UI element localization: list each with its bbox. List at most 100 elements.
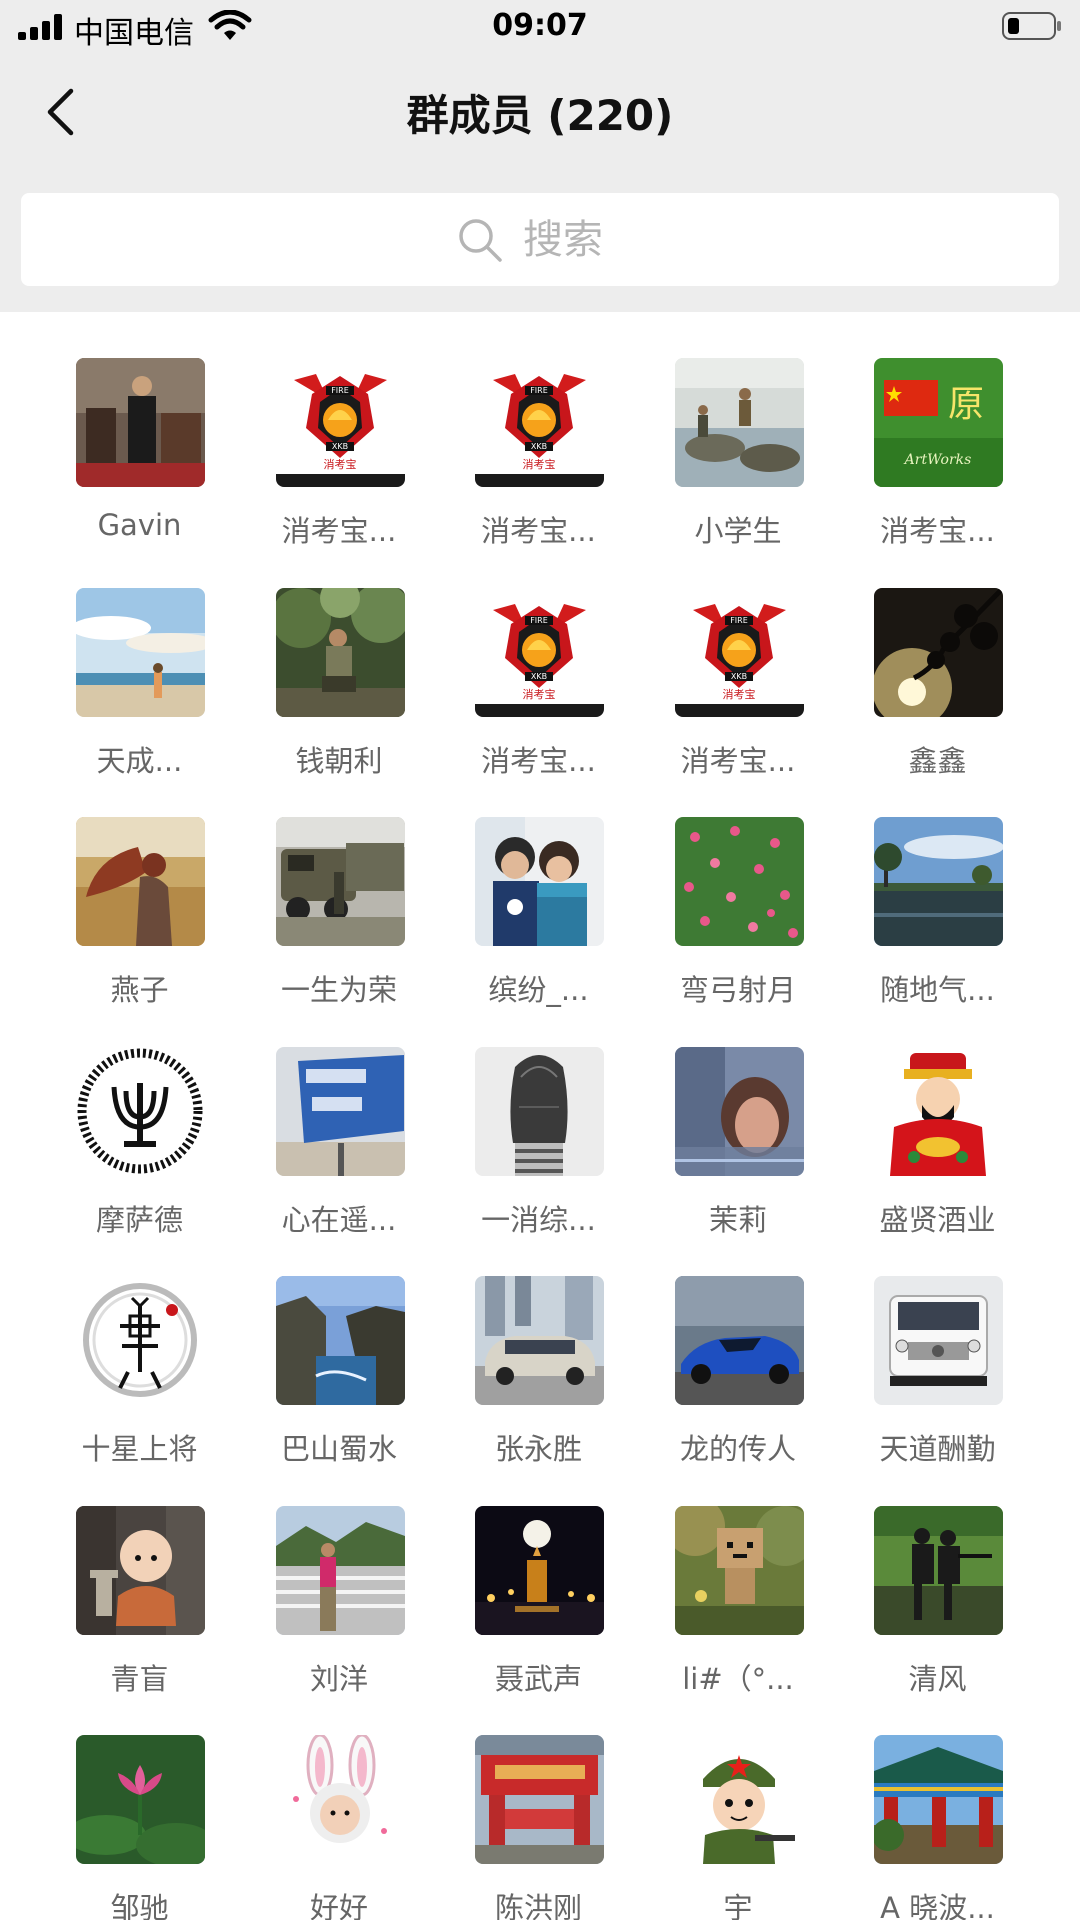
svg-text:消考宝: 消考宝	[523, 687, 556, 701]
member-name: 邹驰	[110, 1891, 169, 1920]
member-avatar[interactable]	[475, 1735, 604, 1864]
member-item[interactable]: 缤纷_...	[439, 817, 638, 1017]
member-avatar[interactable]	[674, 1046, 804, 1176]
member-item[interactable]: FIRE XKB 消考宝消考宝...	[439, 358, 638, 558]
member-avatar[interactable]	[874, 817, 1003, 946]
member-item[interactable]: 清风	[838, 1505, 1037, 1706]
top-region: 中国电信 09:07 群成员 (220)	[0, 0, 1080, 312]
member-name: 一生为荣	[280, 973, 397, 1007]
member-name: Gavin	[97, 508, 182, 542]
member-avatar[interactable]	[275, 1735, 405, 1864]
member-avatar[interactable]	[874, 1505, 1003, 1635]
member-item[interactable]: 燕子	[40, 817, 239, 1017]
member-name: 清风	[908, 1661, 967, 1696]
member-avatar[interactable]	[76, 1046, 205, 1176]
member-avatar[interactable]	[674, 817, 804, 946]
member-item[interactable]: 心在遥...	[240, 1046, 439, 1247]
member-name: li#（°...	[682, 1661, 794, 1696]
member-avatar[interactable]	[275, 1046, 405, 1176]
svg-text:消考宝: 消考宝	[722, 687, 755, 701]
member-item[interactable]: 鑫鑫	[838, 587, 1037, 788]
member-item[interactable]: 随地气...	[838, 817, 1037, 1017]
member-avatar[interactable]	[275, 587, 405, 717]
member-avatar[interactable]	[674, 1505, 804, 1635]
member-avatar[interactable]: FIRE XKB 消考宝	[275, 358, 405, 487]
member-name: 盛贤酒业	[879, 1202, 996, 1237]
member-item[interactable]: 宇	[639, 1735, 838, 1920]
member-item[interactable]: 天成...	[40, 587, 239, 788]
member-avatar[interactable]	[874, 1276, 1003, 1405]
member-avatar[interactable]	[76, 817, 205, 946]
member-item[interactable]: 邹驰	[40, 1735, 239, 1920]
svg-text:XKB: XKB	[531, 672, 547, 681]
member-avatar[interactable]	[76, 1276, 205, 1405]
member-name: 小学生	[694, 514, 782, 548]
member-avatar[interactable]: FIRE XKB 消考宝	[475, 358, 604, 487]
member-item[interactable]: 聂武声	[439, 1505, 638, 1706]
member-avatar[interactable]: FIRE XKB 消考宝	[475, 587, 604, 717]
member-item[interactable]: 原 ArtWorks 消考宝...	[838, 358, 1037, 558]
member-item[interactable]: FIRE XKB 消考宝消考宝...	[639, 587, 838, 788]
member-avatar[interactable]	[874, 587, 1003, 717]
member-avatar[interactable]	[674, 1276, 804, 1405]
svg-text:FIRE: FIRE	[730, 616, 748, 625]
member-avatar[interactable]	[475, 817, 604, 946]
member-name: 天道酬勤	[879, 1432, 996, 1466]
member-avatar[interactable]	[674, 1735, 804, 1864]
svg-text:XKB: XKB	[531, 442, 547, 451]
member-item[interactable]: 陈洪刚	[439, 1735, 638, 1920]
member-item[interactable]: 青盲	[40, 1505, 239, 1706]
member-avatar[interactable]	[475, 1276, 604, 1405]
svg-text:消考宝: 消考宝	[323, 457, 356, 471]
member-item[interactable]: 刘洋	[240, 1505, 439, 1706]
member-avatar[interactable]	[275, 817, 405, 946]
member-item[interactable]: 张永胜	[439, 1276, 638, 1476]
member-avatar[interactable]	[76, 358, 205, 487]
member-item[interactable]: li#（°...	[639, 1505, 838, 1706]
member-name: 弯弓射月	[679, 973, 796, 1007]
svg-text:FIRE: FIRE	[530, 616, 548, 625]
member-item[interactable]: 小学生	[639, 358, 838, 558]
member-avatar[interactable]	[76, 1505, 205, 1635]
member-name: 天成...	[96, 743, 183, 778]
member-item[interactable]: 钱朝利	[240, 587, 439, 788]
member-item[interactable]: FIRE XKB 消考宝 消考宝...	[240, 358, 439, 558]
page-title: 群成员 (220)	[406, 91, 674, 140]
member-name: 摩萨德	[95, 1202, 183, 1237]
member-avatar[interactable]	[475, 1505, 604, 1635]
member-item[interactable]: 十星上将	[40, 1276, 239, 1476]
svg-text:XKB: XKB	[331, 442, 347, 451]
member-name: 消考宝...	[481, 514, 596, 548]
member-item[interactable]: 一生为荣	[240, 817, 439, 1017]
search-icon	[459, 218, 502, 262]
clock: 09:07	[492, 8, 588, 43]
member-avatar[interactable]	[275, 1276, 405, 1405]
member-item[interactable]: 一消综...	[439, 1046, 638, 1247]
member-item[interactable]: 盛贤酒业	[838, 1046, 1037, 1247]
member-item[interactable]: 好好	[240, 1735, 439, 1920]
member-avatar[interactable]	[76, 587, 205, 717]
member-avatar[interactable]	[275, 1505, 405, 1635]
member-item[interactable]: 茉莉	[639, 1046, 838, 1247]
member-item[interactable]: 摩萨德	[40, 1046, 239, 1247]
member-avatar[interactable]	[76, 1735, 205, 1864]
member-item[interactable]: 弯弓射月	[639, 817, 838, 1017]
member-avatar[interactable]	[874, 1735, 1003, 1864]
member-avatar[interactable]: FIRE XKB 消考宝	[674, 587, 804, 717]
member-item[interactable]: FIRE XKB 消考宝 消考宝...	[439, 587, 638, 788]
search-bar[interactable]	[21, 193, 1059, 286]
member-avatar[interactable]	[674, 358, 804, 487]
member-item[interactable]: 天道酬勤	[838, 1276, 1037, 1476]
member-item[interactable]: A 晓波...	[838, 1735, 1037, 1920]
member-avatar[interactable]: 原 ArtWorks	[874, 358, 1003, 487]
member-name: 一消综...	[481, 1202, 596, 1237]
member-item[interactable]: 巴山蜀水	[240, 1276, 439, 1476]
member-avatar[interactable]	[874, 1046, 1003, 1176]
member-name: 心在遥...	[281, 1202, 397, 1237]
member-name: 消考宝...	[680, 743, 796, 778]
member-avatar[interactable]	[475, 1046, 604, 1176]
search-input[interactable]	[523, 216, 623, 263]
member-name: 消考宝...	[281, 514, 397, 548]
member-item[interactable]: 龙的传人	[639, 1276, 838, 1476]
member-item[interactable]: Gavin	[40, 358, 239, 558]
